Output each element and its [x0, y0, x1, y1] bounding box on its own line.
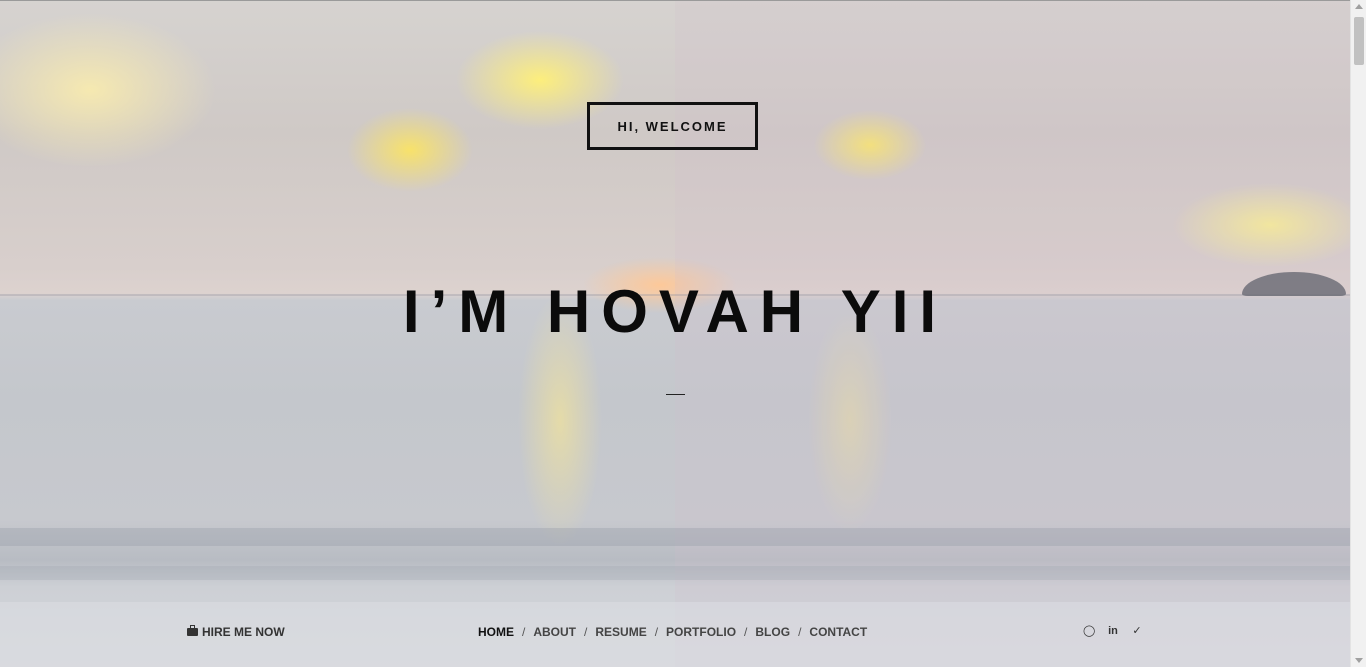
scrollbar-thumb[interactable] [1354, 17, 1364, 65]
nav-separator: / [522, 625, 526, 639]
nav-separator: / [584, 625, 588, 639]
social-links: ◯ in ✓ [1083, 624, 1143, 638]
nav-separator: / [744, 625, 748, 639]
nav-item-home[interactable]: HOME [478, 625, 514, 639]
scrollbar[interactable] [1350, 0, 1366, 667]
nav-item-contact[interactable]: CONTACT [809, 625, 867, 639]
nav-item-blog[interactable]: BLOG [755, 625, 790, 639]
top-border [0, 0, 1350, 1]
nav-item-resume[interactable]: RESUME [595, 625, 646, 639]
linkedin-icon[interactable]: in [1107, 625, 1119, 637]
nav-item-portfolio[interactable]: PORTFOLIO [666, 625, 736, 639]
nav-separator: / [654, 625, 659, 639]
hire-me-label: HIRE ME NOW [202, 625, 285, 639]
scroll-down-arrow-icon[interactable] [1355, 658, 1363, 663]
briefcase-icon [187, 625, 198, 636]
twitter-icon[interactable]: ✓ [1131, 624, 1143, 637]
main-nav: HOME / ABOUT / RESUME / PORTFOLIO / BLOG… [478, 625, 867, 639]
title-divider [666, 394, 685, 395]
welcome-badge: HI, WELCOME [587, 102, 758, 150]
wave [0, 566, 1350, 580]
page-title: I’M HOVAH YII [402, 278, 948, 345]
hire-me-button[interactable]: HIRE ME NOW [187, 625, 285, 639]
nav-separator: / [798, 625, 802, 639]
github-icon[interactable]: ◯ [1083, 624, 1095, 637]
scroll-up-arrow-icon[interactable] [1355, 4, 1363, 9]
wave [0, 528, 1350, 546]
nav-item-about[interactable]: ABOUT [533, 625, 576, 639]
